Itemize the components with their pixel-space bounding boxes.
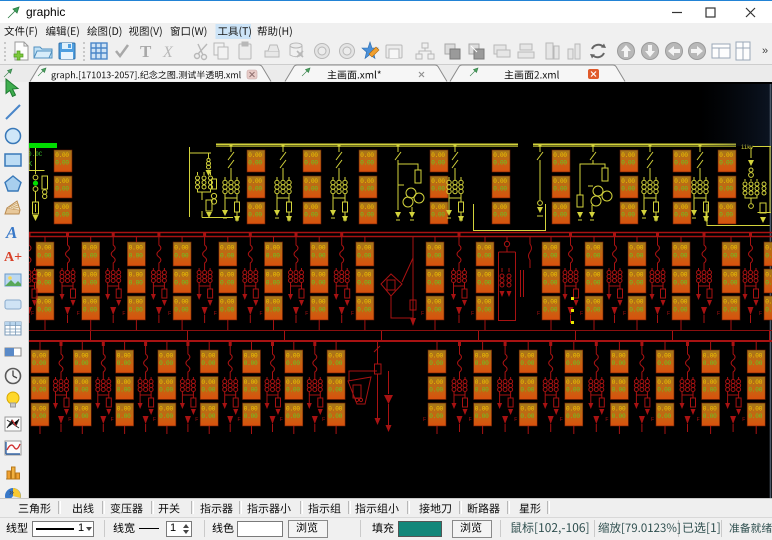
svg-text:F: F (31, 311, 34, 317)
svg-text:F: F (280, 417, 283, 423)
svg-text:F: F (623, 311, 626, 317)
svg-text:F: F (153, 417, 156, 423)
svg-text:F: F (68, 417, 71, 423)
svg-text:F: F (580, 311, 583, 317)
svg-text:F: F (351, 311, 354, 317)
svg-text:F: F (605, 417, 608, 423)
svg-text:F: F (168, 311, 171, 317)
svg-text:F: F (514, 417, 517, 423)
svg-text:F: F (322, 417, 325, 423)
svg-text:F: F (214, 311, 217, 317)
svg-text:F: F (697, 417, 700, 423)
svg-text:F: F (77, 311, 80, 317)
svg-text:A+: A+ (4, 250, 22, 265)
svg-text:F: F (759, 311, 762, 317)
svg-text:X: X (162, 44, 174, 61)
svg-text:F: F (122, 311, 125, 317)
svg-text:F: F (423, 417, 426, 423)
svg-text:F: F (717, 311, 720, 317)
svg-text:F: F (667, 311, 670, 317)
svg-text:F: F (537, 311, 540, 317)
svg-text:F: F (742, 417, 745, 423)
svg-text:F: F (560, 417, 563, 423)
svg-text:F: F (651, 417, 654, 423)
svg-text:T: T (140, 42, 152, 61)
svg-text:F: F (421, 311, 424, 317)
svg-text:F: F (471, 311, 474, 317)
svg-text:F: F (238, 417, 241, 423)
svg-text:F: F (260, 311, 263, 317)
svg-text:A: A (5, 223, 17, 242)
svg-text:F: F (469, 417, 472, 423)
svg-text:F: F (305, 311, 308, 317)
svg-text:F: F (195, 417, 198, 423)
svg-text:F: F (111, 417, 114, 423)
